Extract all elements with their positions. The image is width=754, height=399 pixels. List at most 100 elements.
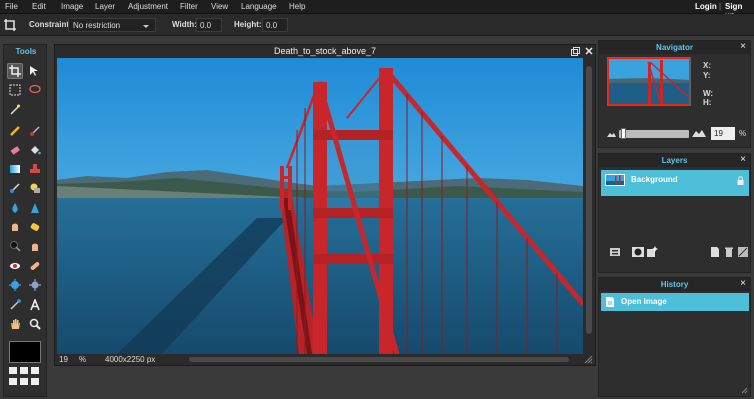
menu-image[interactable]: Image: [61, 2, 83, 11]
login-link[interactable]: Login: [695, 2, 717, 11]
new-layer-icon[interactable]: [709, 246, 721, 258]
marquee-tool[interactable]: [7, 82, 23, 98]
horizontal-scroll-thumb[interactable]: [189, 357, 569, 362]
menu-help[interactable]: Help: [289, 2, 305, 11]
navigator-thumbnail[interactable]: [607, 57, 691, 106]
height-label: Height:: [234, 20, 262, 29]
layer-name: Background: [631, 175, 678, 184]
y-coordinate-label: Y:: [703, 71, 711, 80]
blur-tool[interactable]: [7, 200, 23, 216]
bloat-tool[interactable]: [7, 277, 23, 293]
horizontal-scrollbar[interactable]: [179, 356, 575, 363]
menu-language[interactable]: Language: [241, 2, 277, 11]
golden-gate-bridge-image: [57, 58, 583, 354]
constraint-label: Constraint:: [29, 20, 72, 29]
x-coordinate-label: X:: [703, 61, 711, 70]
drawing-tool[interactable]: [27, 180, 43, 196]
width-input[interactable]: 0.0: [196, 18, 222, 32]
magic-wand-tool[interactable]: [7, 101, 23, 117]
menu-filter[interactable]: Filter: [180, 2, 198, 11]
document-title: Death_to_stock_above_7: [273, 46, 377, 56]
menu-view[interactable]: View: [211, 2, 228, 11]
crop-tool[interactable]: [7, 63, 23, 79]
navigator-view-frame[interactable]: [608, 58, 690, 105]
pencil-icon: [10, 126, 20, 136]
zoom-tool[interactable]: [27, 316, 43, 332]
vertical-scrollbar[interactable]: [584, 58, 594, 354]
pinch-tool[interactable]: [27, 277, 43, 293]
close-icon[interactable]: [585, 47, 593, 55]
menu-layer[interactable]: Layer: [95, 2, 115, 11]
paint-bucket-tool[interactable]: [27, 142, 43, 158]
crop-icon: [4, 19, 16, 31]
zoom-slider-handle[interactable]: [621, 128, 626, 139]
height-input[interactable]: 0.0: [262, 18, 288, 32]
close-icon[interactable]: ×: [740, 41, 746, 52]
lasso-tool[interactable]: [27, 82, 43, 98]
clone-stamp-tool[interactable]: [27, 161, 43, 177]
layers-title: Layers: [661, 156, 688, 165]
bloat-icon: [9, 279, 21, 291]
restore-icon[interactable]: [571, 47, 580, 56]
image-dimensions: 4000x2250 px: [105, 355, 156, 364]
foreground-color-swatch[interactable]: [9, 341, 41, 363]
type-icon: [30, 299, 40, 311]
sharpen-tool[interactable]: [27, 200, 43, 216]
resize-grip-icon[interactable]: [584, 355, 593, 364]
zoom-out-mountain-icon[interactable]: [607, 132, 616, 137]
panel-resize-grip-icon[interactable]: [741, 387, 748, 394]
color-replace-tool[interactable]: [7, 180, 23, 196]
zoom-slider-track[interactable]: [619, 130, 689, 138]
layer-thumbnail: [605, 174, 625, 186]
type-tool[interactable]: [27, 297, 43, 313]
magnifier-icon: [29, 318, 41, 330]
move-icon: [30, 66, 38, 76]
dodge-icon: [10, 241, 21, 252]
smudge-tool[interactable]: [7, 219, 23, 235]
paint-bucket-icon: [31, 146, 41, 155]
layer-settings-icon[interactable]: [609, 246, 621, 258]
move-tool[interactable]: [27, 63, 43, 79]
brush-tool[interactable]: [27, 123, 43, 139]
eyedropper-icon: [10, 299, 21, 310]
color-replace-icon: [10, 183, 20, 193]
zoom-in-mountain-icon[interactable]: [692, 129, 706, 137]
bandage-icon: [30, 262, 40, 270]
burn-tool[interactable]: [27, 238, 43, 254]
lasso-icon: [29, 84, 41, 94]
navigator-zoom-input[interactable]: 19: [711, 127, 735, 140]
chevron-down-icon: [143, 25, 149, 28]
trash-icon[interactable]: [723, 246, 735, 258]
close-icon[interactable]: ×: [740, 154, 746, 165]
color-picker-tool[interactable]: [7, 297, 23, 313]
menu-edit[interactable]: Edit: [32, 2, 46, 11]
layout-grid-icon[interactable]: [9, 367, 43, 387]
layer-item[interactable]: Background: [601, 170, 749, 196]
pencil-tool[interactable]: [7, 123, 23, 139]
menu-file[interactable]: File: [5, 2, 18, 11]
menu-adjustment[interactable]: Adjustment: [128, 2, 168, 11]
constraint-select[interactable]: No restriction: [68, 18, 156, 32]
smudge-icon: [12, 223, 18, 231]
pinch-icon: [29, 279, 41, 291]
marquee-icon: [9, 84, 21, 96]
spot-heal-tool[interactable]: [27, 258, 43, 274]
hand-tool[interactable]: [7, 316, 23, 332]
eraser-tool[interactable]: [7, 142, 23, 158]
close-icon[interactable]: ×: [740, 278, 746, 289]
open-image-icon: [606, 297, 614, 307]
lock-icon: [737, 176, 744, 185]
height-coordinate-label: H:: [703, 98, 712, 107]
dodge-tool[interactable]: [7, 238, 23, 254]
history-item[interactable]: Open Image: [601, 293, 749, 311]
sponge-tool[interactable]: [27, 219, 43, 235]
vertical-scroll-thumb[interactable]: [586, 66, 592, 334]
layer-options-icon[interactable]: [737, 246, 749, 258]
red-eye-tool[interactable]: [7, 258, 23, 274]
layer-effects-icon[interactable]: [646, 246, 658, 258]
zoom-value[interactable]: 19: [59, 355, 68, 364]
canvas-photo[interactable]: [57, 58, 583, 354]
gradient-tool[interactable]: [7, 161, 23, 177]
stamp-icon: [30, 164, 40, 173]
layer-mask-icon[interactable]: [632, 246, 644, 258]
